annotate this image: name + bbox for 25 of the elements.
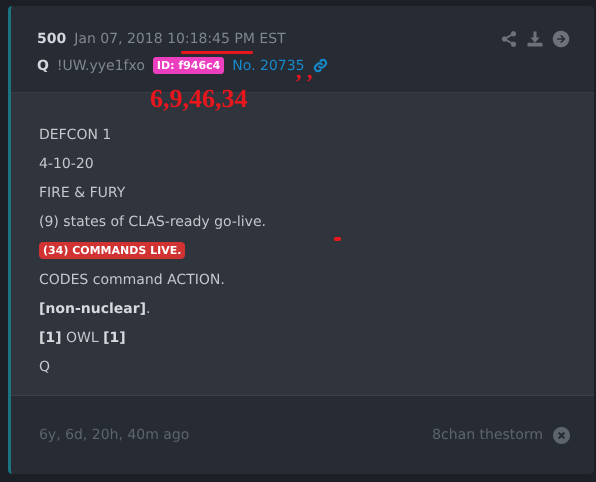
post-text-line: [non-nuclear]. (39, 300, 152, 318)
underline-mark (181, 51, 253, 54)
highlighted-text: (34) COMMANDS LIVE. (39, 242, 186, 259)
download-icon[interactable] (526, 30, 544, 48)
post-text-line: CODES command ACTION. (39, 270, 226, 290)
arrow-circle-icon[interactable] (552, 30, 570, 48)
post-number-link[interactable]: No. 20735 (232, 58, 305, 74)
post-text-line: [1] OWL [1] (39, 328, 127, 348)
post-text-line: (9) states of CLAS-ready go-live. (39, 212, 268, 232)
handwritten-annotation: 6,9,46,34 (150, 84, 248, 114)
post-text-line: DEFCON 1 (39, 126, 112, 144)
share-icon[interactable] (500, 30, 518, 48)
post-number: 500 (37, 31, 66, 47)
post-date: Jan 07, 2018 10:18:45 PM EST (74, 31, 286, 47)
post-text-line: Q (39, 358, 52, 376)
post-age: 6y, 6d, 20h, 40m ago (39, 427, 190, 443)
author-name: Q (37, 58, 49, 74)
link-icon[interactable] (312, 58, 328, 73)
post-text-line: FIRE & FURY (39, 184, 126, 202)
source-label: 8chan thestorm (432, 427, 543, 443)
dot-mark (334, 237, 341, 241)
id-badge: ID: f946c4 (152, 57, 224, 74)
close-icon[interactable] (553, 426, 570, 444)
tripcode: !UW.yye1fxo (56, 58, 145, 74)
post-text-line: 4-10-20 (39, 154, 95, 174)
